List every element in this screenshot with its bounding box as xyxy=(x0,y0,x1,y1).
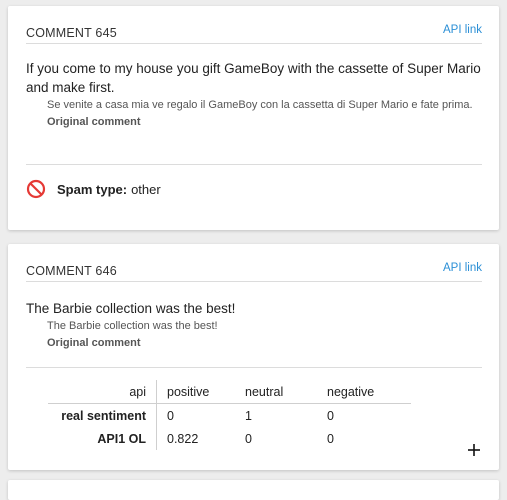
spam-type-label: Spam type: xyxy=(57,181,128,197)
sentiment-table: api positive neutral negative real senti… xyxy=(48,380,411,450)
cell-positive: 0.822 xyxy=(156,427,245,450)
comment-title: COMMENT 646 xyxy=(26,264,117,278)
spam-type-value: other xyxy=(131,181,161,197)
comment-title: COMMENT 645 xyxy=(26,26,117,40)
table-header-api: api xyxy=(48,380,157,404)
card-header: COMMENT 645 API link xyxy=(26,24,482,44)
table-header-neutral: neutral xyxy=(245,380,327,404)
original-comment-text: The Barbie collection was the best! xyxy=(47,320,218,332)
cell-negative: 0 xyxy=(327,408,334,423)
original-comment-block: The Barbie collection was the best! Orig… xyxy=(47,318,479,349)
table-header-row: api positive neutral negative xyxy=(48,380,411,404)
row-label: real sentiment xyxy=(61,408,146,423)
cell-negative: 0 xyxy=(327,431,334,446)
prohibited-icon xyxy=(26,179,46,199)
cell-positive: 0 xyxy=(156,403,245,427)
divider xyxy=(26,367,482,368)
original-comment-block: Se venite a casa mia ve regalo il GameBo… xyxy=(47,97,479,128)
comment-text: The Barbie collection was the best! xyxy=(26,301,236,316)
original-comment-label: Original comment xyxy=(47,337,141,349)
table-row: API1 OL 0.822 0 0 xyxy=(48,427,411,450)
row-label: API1 OL xyxy=(97,431,146,446)
table-row: real sentiment 0 1 0 xyxy=(48,403,411,427)
plus-icon[interactable] xyxy=(466,442,482,458)
card-header: COMMENT 646 API link xyxy=(26,262,482,282)
table-header-positive: positive xyxy=(156,380,245,404)
comment-card-645: COMMENT 645 API link If you come to my h… xyxy=(8,6,499,230)
comment-card-next xyxy=(8,480,499,500)
original-comment-text: Se venite a casa mia ve regalo il GameBo… xyxy=(47,99,473,111)
table-header-negative: negative xyxy=(327,380,411,404)
spam-type-row: Spam type: other xyxy=(26,178,161,200)
original-comment-label: Original comment xyxy=(47,116,141,128)
cell-neutral: 1 xyxy=(245,408,252,423)
comment-text: If you come to my house you gift GameBoy… xyxy=(26,61,481,95)
divider xyxy=(26,164,482,165)
api-link[interactable]: API link xyxy=(443,262,482,274)
api-link[interactable]: API link xyxy=(443,24,482,36)
cell-neutral: 0 xyxy=(245,431,252,446)
comment-card-646: COMMENT 646 API link The Barbie collecti… xyxy=(8,244,499,470)
